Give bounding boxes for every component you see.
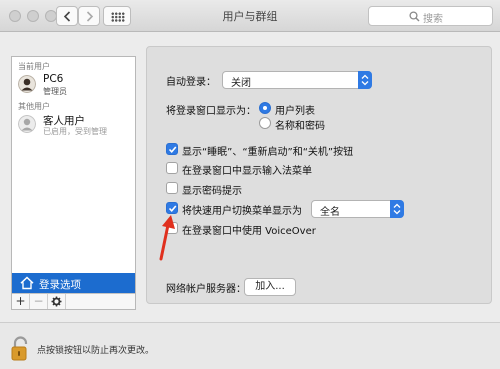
radio-user-list-label: 用户列表 (275, 106, 315, 117)
checkbox-input-menu[interactable] (166, 162, 178, 174)
login-options-panel: 自动登录： 关闭 将登录窗口显示为： 用户列表 名称和密码 显示“睡眠”、“重新… (146, 46, 492, 304)
title-bar: 用户与群组 搜索 (0, 0, 500, 32)
search-placeholder: 搜索 (423, 14, 443, 25)
annotation-arrow (159, 215, 175, 261)
action-menu-button[interactable] (48, 294, 66, 309)
auto-login-popup[interactable]: 关闭 (222, 71, 372, 89)
guest-user-status: 已启用，受到管理 (43, 127, 107, 136)
radio-name-password-label: 名称和密码 (275, 121, 325, 132)
auto-login-value: 关闭 (231, 78, 251, 89)
user-row-guest[interactable]: 客人用户 已启用，受到管理 (12, 111, 135, 141)
popup-arrows-icon (358, 71, 372, 89)
checkbox-password-hints[interactable] (166, 182, 178, 194)
auto-login-label: 自动登录： (166, 77, 216, 88)
fast-user-switching-popup[interactable]: 全名 (311, 200, 404, 218)
user-role: 管理员 (43, 87, 67, 96)
join-button[interactable]: 加入... (244, 278, 296, 296)
checkbox-show-buttons[interactable] (166, 143, 178, 155)
network-server-label: 网络帐户服务器： (166, 284, 246, 295)
lock-hint-text: 点按锁按钮以防止再次更改。 (37, 346, 155, 356)
sidebar-item-login-options[interactable]: 登录选项 (12, 273, 135, 293)
avatar (18, 75, 36, 93)
radio-user-list[interactable] (259, 102, 271, 114)
gear-icon (51, 296, 62, 307)
unlocked-padlock-icon[interactable] (11, 336, 31, 362)
footer-bar: 点按锁按钮以防止再次更改。 (0, 322, 500, 369)
remove-user-button[interactable]: − (30, 294, 48, 309)
popup-arrows-icon (390, 200, 404, 218)
sidebar-toolbar: + − (12, 293, 135, 309)
display-login-as-label: 将登录窗口显示为： (166, 106, 256, 117)
voiceover-label: 在登录窗口中使用 VoiceOver (182, 226, 316, 237)
show-buttons-label: 显示“睡眠”、“重新启动”和“关机”按钮 (182, 147, 354, 158)
search-field[interactable]: 搜索 (368, 6, 493, 26)
search-icon (409, 11, 420, 22)
user-name: PC6 (43, 73, 64, 85)
users-sidebar: 当前用户 PC6 管理员 其他用户 客人用户 已启用，受到管理 登录选项 + − (11, 56, 136, 310)
add-user-button[interactable]: + (12, 294, 30, 309)
fast-user-switching-value: 全名 (320, 207, 340, 218)
checkmark-icon (168, 146, 177, 153)
password-hints-label: 显示密码提示 (182, 186, 242, 197)
radio-name-password[interactable] (259, 117, 271, 129)
login-options-label: 登录选项 (39, 279, 81, 291)
fast-user-switching-label: 将快速用户切换菜单显示为 (182, 206, 302, 217)
house-icon (20, 276, 34, 290)
guest-avatar (18, 115, 36, 133)
user-row-pc6[interactable]: PC6 管理员 (12, 71, 135, 101)
input-menu-label: 在登录窗口中显示输入法菜单 (182, 166, 312, 177)
